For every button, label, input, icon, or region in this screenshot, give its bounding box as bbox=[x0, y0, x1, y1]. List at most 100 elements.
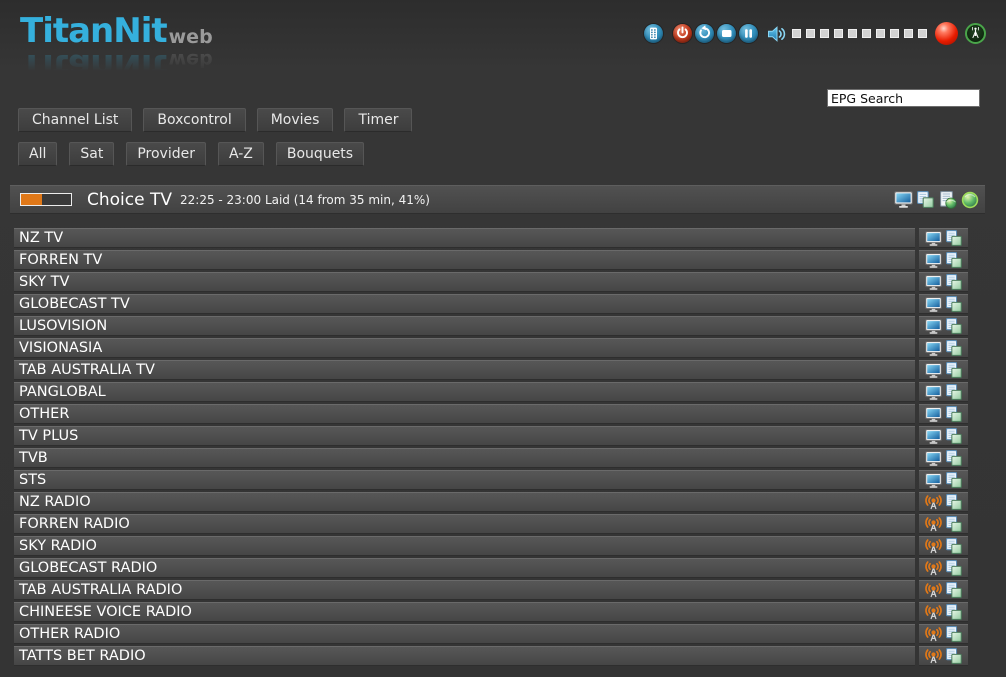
volume-level-square[interactable] bbox=[792, 29, 801, 38]
remote-keypad-button[interactable] bbox=[644, 24, 663, 43]
tv-screen-icon[interactable] bbox=[925, 363, 942, 378]
volume-level-square[interactable] bbox=[848, 29, 857, 38]
tv-screen-icon[interactable] bbox=[925, 407, 942, 422]
channel-row-main[interactable]: NZ RADIO bbox=[14, 492, 915, 512]
radio-icon[interactable] bbox=[925, 626, 942, 642]
channel-row-main[interactable]: OTHER bbox=[14, 404, 915, 424]
volume-level-square[interactable] bbox=[820, 29, 829, 38]
volume-speaker-button[interactable] bbox=[767, 24, 789, 43]
filter-bouquets-button[interactable]: Bouquets bbox=[276, 142, 364, 166]
record-indicator[interactable] bbox=[935, 22, 958, 45]
epg-copy-icon[interactable] bbox=[946, 472, 962, 488]
tv-screen-icon[interactable] bbox=[925, 253, 942, 268]
epg-copy-icon[interactable] bbox=[946, 340, 962, 356]
power-button[interactable] bbox=[673, 24, 692, 43]
epg-copy-icon[interactable] bbox=[946, 626, 962, 642]
epg-copy-icon[interactable] bbox=[946, 296, 962, 312]
epg-copy-icon[interactable] bbox=[946, 252, 962, 268]
channel-row-main[interactable]: TATTS BET RADIO bbox=[14, 646, 915, 666]
channel-row-main[interactable]: CHINEESE VOICE RADIO bbox=[14, 602, 915, 622]
reload-button[interactable] bbox=[695, 24, 714, 43]
channel-row-main[interactable]: OTHER RADIO bbox=[14, 624, 915, 644]
epg-copy-icon[interactable] bbox=[946, 494, 962, 510]
radio-icon[interactable] bbox=[925, 494, 942, 510]
epg-copy-icon[interactable] bbox=[946, 274, 962, 290]
volume-level-square[interactable] bbox=[890, 29, 899, 38]
epg-search-input[interactable] bbox=[827, 89, 980, 107]
radio-icon[interactable] bbox=[925, 538, 942, 554]
epg-copy-icon[interactable] bbox=[946, 604, 962, 620]
epg-copy-icon[interactable] bbox=[946, 406, 962, 422]
now-playing-bar: Choice TV 22:25 - 23:00 Laid (14 from 35… bbox=[10, 185, 985, 214]
tv-screen-icon[interactable] bbox=[925, 451, 942, 466]
channel-row-main[interactable]: GLOBECAST RADIO bbox=[14, 558, 915, 578]
web-globe-icon[interactable] bbox=[960, 191, 979, 209]
filter-sat-button[interactable]: Sat bbox=[69, 142, 114, 166]
channel-row-main[interactable]: STS bbox=[14, 470, 915, 490]
tv-screen-icon[interactable] bbox=[925, 429, 942, 444]
epg-copy-icon[interactable] bbox=[946, 648, 962, 664]
epg-copy-icon[interactable] bbox=[946, 230, 962, 246]
tv-screen-icon[interactable] bbox=[925, 319, 942, 334]
tv-screen-icon[interactable] bbox=[925, 341, 942, 356]
nav-boxcontrol-button[interactable]: Boxcontrol bbox=[143, 108, 245, 132]
epg-copy-icon[interactable] bbox=[946, 384, 962, 400]
channel-row-main[interactable]: FORREN RADIO bbox=[14, 514, 915, 534]
filter-all-button[interactable]: All bbox=[18, 142, 57, 166]
volume-level-square[interactable] bbox=[918, 29, 927, 38]
radio-icon[interactable] bbox=[925, 516, 942, 532]
channel-row-actions bbox=[919, 316, 968, 336]
channel-row-main[interactable]: VISIONASIA bbox=[14, 338, 915, 358]
channel-row: TAB AUSTRALIA RADIO bbox=[14, 580, 968, 600]
epg-copy-icon[interactable] bbox=[946, 582, 962, 598]
nav-channel-list-button[interactable]: Channel List bbox=[18, 108, 132, 132]
tv-screen-icon[interactable] bbox=[925, 473, 942, 488]
power-icon bbox=[673, 24, 692, 43]
volume-level-square[interactable] bbox=[806, 29, 815, 38]
nav-movies-button[interactable]: Movies bbox=[257, 108, 334, 132]
volume-level-square[interactable] bbox=[862, 29, 871, 38]
pause-button[interactable] bbox=[739, 24, 758, 43]
volume-level-square[interactable] bbox=[834, 29, 843, 38]
tv-screen-icon[interactable] bbox=[925, 231, 942, 246]
channel-row-main[interactable]: SKY RADIO bbox=[14, 536, 915, 556]
channel-row-main[interactable]: TVB bbox=[14, 448, 915, 468]
channel-row-main[interactable]: FORREN TV bbox=[14, 250, 915, 270]
channel-row-main[interactable]: PANGLOBAL bbox=[14, 382, 915, 402]
epg-copy-icon[interactable] bbox=[946, 450, 962, 466]
channel-name: TATTS BET RADIO bbox=[14, 648, 146, 664]
epg-copy-icon[interactable] bbox=[946, 560, 962, 576]
radio-icon[interactable] bbox=[925, 648, 942, 664]
signal-antenna-button[interactable] bbox=[965, 23, 986, 44]
channel-row-main[interactable]: TV PLUS bbox=[14, 426, 915, 446]
tv-screen-icon[interactable] bbox=[925, 297, 942, 312]
channel-row-main[interactable]: SKY TV bbox=[14, 272, 915, 292]
radio-icon[interactable] bbox=[925, 604, 942, 620]
channel-row-main[interactable]: GLOBECAST TV bbox=[14, 294, 915, 314]
screen-icon bbox=[717, 24, 736, 43]
pip-copy-icon[interactable] bbox=[916, 191, 935, 209]
osd-screen-button[interactable] bbox=[717, 24, 736, 43]
epg-copy-icon[interactable] bbox=[946, 362, 962, 378]
tv-screen-icon[interactable] bbox=[925, 275, 942, 290]
tv-screen-icon[interactable] bbox=[894, 191, 913, 209]
epg-copy-icon[interactable] bbox=[946, 428, 962, 444]
volume-level-square[interactable] bbox=[904, 29, 913, 38]
radio-icon[interactable] bbox=[925, 560, 942, 576]
radio-icon[interactable] bbox=[925, 582, 942, 598]
epg-copy-icon[interactable] bbox=[946, 538, 962, 554]
channel-row-main[interactable]: TAB AUSTRALIA RADIO bbox=[14, 580, 915, 600]
epg-copy-icon[interactable] bbox=[946, 516, 962, 532]
tv-screen-icon[interactable] bbox=[925, 385, 942, 400]
channel-row-main[interactable]: NZ TV bbox=[14, 228, 915, 248]
epg-copy-icon[interactable] bbox=[946, 318, 962, 334]
nav-timer-button[interactable]: Timer bbox=[344, 108, 412, 132]
channel-row-actions bbox=[919, 382, 968, 402]
channel-name: LUSOVISION bbox=[14, 318, 107, 334]
channel-row-main[interactable]: TAB AUSTRALIA TV bbox=[14, 360, 915, 380]
epg-page-icon[interactable] bbox=[938, 191, 957, 209]
channel-row-main[interactable]: LUSOVISION bbox=[14, 316, 915, 336]
filter-provider-button[interactable]: Provider bbox=[126, 142, 206, 166]
filter-az-button[interactable]: A-Z bbox=[218, 142, 264, 166]
volume-level-square[interactable] bbox=[876, 29, 885, 38]
